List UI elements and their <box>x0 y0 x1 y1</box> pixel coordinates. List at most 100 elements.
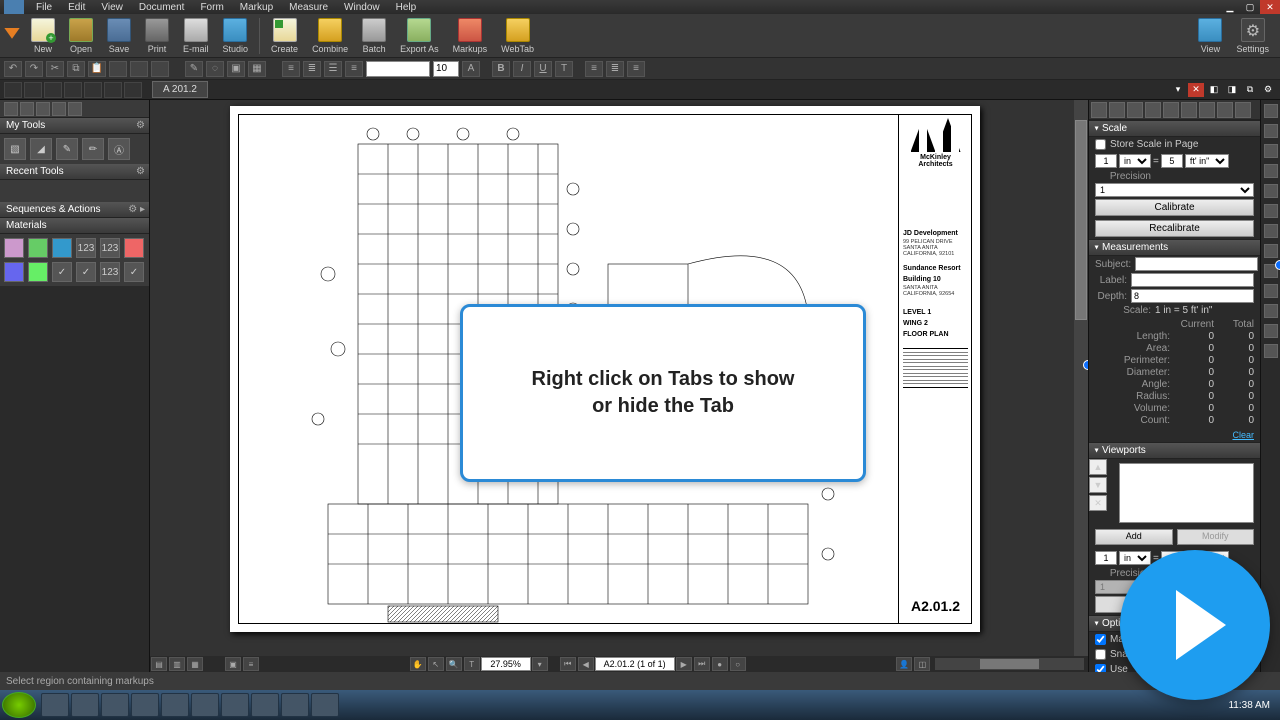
scale-unit1[interactable]: in <box>1119 154 1151 168</box>
zoom-input[interactable] <box>481 657 531 671</box>
maximize-button[interactable]: ▢ <box>1240 0 1260 14</box>
open-button[interactable]: Open <box>63 17 99 55</box>
lp-icon-3[interactable] <box>36 102 50 116</box>
material-8[interactable] <box>28 262 48 282</box>
scale-val1[interactable] <box>1095 154 1117 168</box>
menu-measure[interactable]: Measure <box>281 1 336 14</box>
gear-icon[interactable]: ⚙ <box>136 166 145 177</box>
material-3[interactable] <box>52 238 72 258</box>
viewports-header[interactable]: Viewports <box>1089 442 1260 459</box>
strike-button[interactable]: T <box>555 61 573 77</box>
rp-icon-8[interactable] <box>1217 102 1233 118</box>
material-10[interactable]: ✓ <box>76 262 96 282</box>
zoom-dropdown[interactable]: ▾ <box>532 657 548 671</box>
taskbar-revu[interactable] <box>281 693 309 717</box>
depth-input[interactable] <box>1131 289 1254 303</box>
rs-5[interactable] <box>1264 184 1278 198</box>
tool-chest-3[interactable]: ✎ <box>56 138 78 160</box>
italic-button[interactable]: I <box>513 61 531 77</box>
markups-button[interactable]: Markups <box>447 17 494 55</box>
right-panel-handle[interactable] <box>1083 360 1088 370</box>
just-r[interactable]: ≡ <box>627 61 645 77</box>
store-scale-checkbox[interactable] <box>1095 139 1106 150</box>
new-button[interactable]: New <box>25 17 61 55</box>
pan-tool[interactable]: ✋ <box>410 657 426 671</box>
shape-tool[interactable]: ▣ <box>227 61 245 77</box>
email-button[interactable]: E-mail <box>177 17 215 55</box>
vp-up[interactable]: ▲ <box>1089 459 1107 475</box>
rs-6[interactable] <box>1264 204 1278 218</box>
rs-11[interactable] <box>1264 304 1278 318</box>
tab-close[interactable]: ✕ <box>1188 83 1204 97</box>
rs-12[interactable] <box>1264 324 1278 338</box>
eraser-tool[interactable]: ◌ <box>206 61 224 77</box>
material-9[interactable]: ✓ <box>52 262 72 282</box>
font-family-input[interactable] <box>366 61 430 77</box>
text-select[interactable]: T <box>464 657 480 671</box>
nav-layout-1[interactable]: ▤ <box>151 657 167 671</box>
panel-toggle-4[interactable] <box>64 82 82 98</box>
redo-button[interactable]: ↷ <box>25 61 43 77</box>
minimize-button[interactable]: ▁ <box>1220 0 1240 14</box>
print-button[interactable]: Print <box>139 17 175 55</box>
studio-button[interactable]: Studio <box>217 17 255 55</box>
menu-form[interactable]: Form <box>192 1 231 14</box>
menu-markup[interactable]: Markup <box>232 1 281 14</box>
nav-layout-4[interactable]: ▣ <box>225 657 241 671</box>
tool-c[interactable] <box>151 61 169 77</box>
tab-dropdown[interactable]: ▾ <box>1170 83 1186 97</box>
tool-chest-5[interactable]: Ⓐ <box>108 138 130 160</box>
rp-icon-3[interactable] <box>1127 102 1143 118</box>
opt-use[interactable] <box>1095 664 1106 672</box>
tool-b[interactable] <box>130 61 148 77</box>
rp-icon-2[interactable] <box>1109 102 1125 118</box>
panel-toggle-2[interactable] <box>24 82 42 98</box>
vp-del[interactable]: ✕ <box>1089 495 1107 511</box>
just-c[interactable]: ≣ <box>606 61 624 77</box>
taskbar-app3[interactable] <box>191 693 219 717</box>
panel-resize-handle[interactable] <box>1275 260 1280 270</box>
next-page[interactable]: ▶ <box>676 657 692 671</box>
grid-tool[interactable]: ▦ <box>248 61 266 77</box>
taskbar-app6[interactable] <box>311 693 339 717</box>
tool-chest-1[interactable]: ▧ <box>4 138 26 160</box>
right-toggle-3[interactable]: ⧉ <box>1242 83 1258 97</box>
taskbar-media[interactable] <box>101 693 129 717</box>
close-button[interactable]: ✕ <box>1260 0 1280 14</box>
zoom-tool[interactable]: 🔍 <box>446 657 462 671</box>
label-input[interactable] <box>1131 273 1254 287</box>
prev-page[interactable]: ◀ <box>578 657 594 671</box>
underline-button[interactable]: U <box>534 61 552 77</box>
horizontal-scrollbar[interactable] <box>935 658 1084 670</box>
vp-add-button[interactable]: Add <box>1095 529 1173 545</box>
next-view[interactable]: ○ <box>730 657 746 671</box>
precision-select[interactable]: 1 <box>1095 183 1254 197</box>
taskbar-clock[interactable]: 11:38 AM <box>1220 700 1278 711</box>
nav-layout-5[interactable]: ≡ <box>243 657 259 671</box>
panel-toggle-7[interactable] <box>124 82 142 98</box>
copy-button[interactable]: ⧉ <box>67 61 85 77</box>
viewport-list[interactable] <box>1119 463 1254 523</box>
rp-icon-4[interactable] <box>1145 102 1161 118</box>
menu-help[interactable]: Help <box>388 1 425 14</box>
prev-view[interactable]: ● <box>712 657 728 671</box>
font-color[interactable]: A <box>462 61 480 77</box>
align-right[interactable]: ☰ <box>324 61 342 77</box>
clear-link[interactable]: Clear <box>1089 428 1260 442</box>
first-page[interactable]: ⏮ <box>560 657 576 671</box>
menu-window[interactable]: Window <box>336 1 388 14</box>
vp-modify-button[interactable]: Modify <box>1177 529 1255 545</box>
taskbar-ie[interactable] <box>41 693 69 717</box>
recent-tools-header[interactable]: Recent Tools⚙ <box>0 164 149 180</box>
align-just[interactable]: ≡ <box>345 61 363 77</box>
bold-button[interactable]: B <box>492 61 510 77</box>
opt-markup[interactable] <box>1095 634 1106 645</box>
scale-section-header[interactable]: Scale <box>1089 120 1260 137</box>
page-indicator[interactable] <box>595 657 675 671</box>
vertical-scrollbar[interactable] <box>1074 100 1088 656</box>
right-toggle-2[interactable]: ◨ <box>1224 83 1240 97</box>
align-left[interactable]: ≡ <box>282 61 300 77</box>
vp-scale-val1[interactable] <box>1095 551 1117 565</box>
right-toggle-4[interactable]: ⚙ <box>1260 83 1276 97</box>
taskbar-app5[interactable] <box>251 693 279 717</box>
